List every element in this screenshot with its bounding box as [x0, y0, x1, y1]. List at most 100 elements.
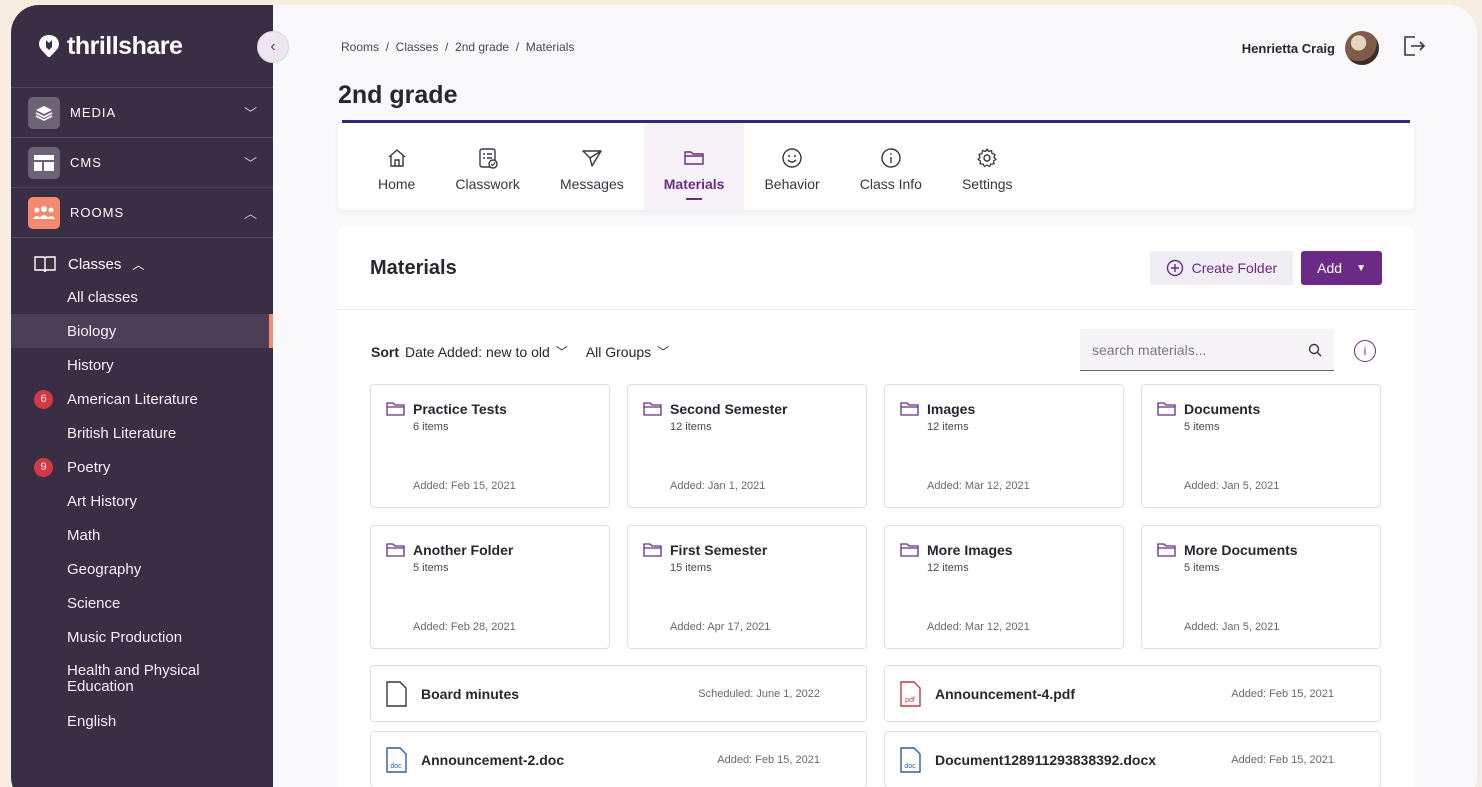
sidebar-item-english[interactable]: English	[11, 704, 273, 738]
file-name: Announcement-4.pdf	[935, 685, 1075, 702]
sidebar-item-label: All classes	[67, 288, 138, 306]
tab-messages[interactable]: Messages	[540, 123, 644, 210]
tab-home[interactable]: Home	[358, 123, 435, 210]
folder-icon	[386, 543, 405, 557]
file-row[interactable]: Board minutes Scheduled: June 1, 2022	[370, 665, 867, 722]
folder-name: More Documents	[1184, 542, 1298, 558]
materials-header: Materials Create Folder Add ▼	[338, 227, 1414, 310]
sidebar-section-label: MEDIA	[70, 105, 117, 120]
folder-date: Added: Jan 1, 2021	[670, 480, 766, 492]
svg-text:doc: doc	[904, 763, 916, 770]
info-button[interactable]: i	[1354, 340, 1376, 362]
home-icon	[388, 149, 406, 167]
folder-name: First Semester	[670, 542, 768, 558]
folder-icon	[643, 543, 662, 557]
file-date: Added: Feb 15, 2021	[1231, 753, 1334, 766]
book-icon	[34, 256, 56, 273]
file-date: Added: Feb 15, 2021	[1231, 687, 1334, 700]
folder-date: Added: Feb 15, 2021	[413, 480, 516, 492]
pdf-file-icon: pdf	[900, 680, 921, 707]
folder-card[interactable]: Second Semester 12 items Added: Jan 1, 2…	[627, 384, 867, 508]
folder-count: 5 items	[1184, 421, 1220, 433]
layers-icon	[28, 96, 60, 129]
doc-file-icon: doc	[900, 746, 921, 773]
tab-label: Class Info	[859, 176, 922, 192]
folder-icon	[900, 402, 919, 416]
search-input[interactable]: search materials...	[1080, 329, 1334, 371]
chevron-up-icon: ︿	[132, 257, 145, 272]
folder-count: 5 items	[413, 562, 449, 574]
people-icon	[28, 196, 60, 229]
sidebar-item-music-production[interactable]: Music Production	[11, 620, 273, 654]
folder-card[interactable]: First Semester 15 items Added: Apr 17, 2…	[627, 525, 867, 649]
sidebar-item-geography[interactable]: Geography	[11, 552, 273, 586]
folder-icon	[1157, 402, 1176, 416]
group-dropdown[interactable]: All Groups ﹀	[586, 343, 669, 360]
folder-card[interactable]: Another Folder 5 items Added: Feb 28, 20…	[370, 525, 610, 649]
caret-down-icon: ▼	[1356, 262, 1366, 274]
folder-card[interactable]: More Images 12 items Added: Mar 12, 2021	[884, 525, 1124, 649]
sidebar-item-science[interactable]: Science	[11, 586, 273, 620]
sort-dropdown[interactable]: Date Added: new to old ﹀	[405, 343, 568, 360]
sidebar-item-label: Geography	[67, 560, 142, 578]
chevron-down-icon: ﹀	[243, 106, 257, 121]
folder-count: 5 items	[1184, 562, 1220, 574]
info-icon: i	[1363, 344, 1367, 358]
blank-file-icon	[386, 680, 407, 707]
sidebar-item-all-classes[interactable]: All classes	[11, 280, 273, 314]
sidebar-item-health-pe[interactable]: Health and Physical Education	[11, 654, 273, 704]
sidebar-item-art-history[interactable]: Art History	[11, 484, 273, 518]
sidebar-item-british-literature[interactable]: British Literature	[11, 416, 273, 450]
tab-label: Materials	[663, 176, 725, 192]
folder-date: Added: Apr 17, 2021	[670, 621, 771, 633]
logout-icon[interactable]	[1401, 33, 1427, 59]
breadcrumb[interactable]: Rooms / Classes / 2nd grade / Materials	[341, 40, 574, 54]
file-date: Scheduled: June 1, 2022	[698, 687, 820, 700]
tab-settings[interactable]: Settings	[942, 123, 1033, 210]
folder-date: Added: Mar 12, 2021	[927, 480, 1030, 492]
collapse-sidebar-button[interactable]: ‹	[257, 31, 289, 63]
file-row[interactable]: pdf Announcement-4.pdf Added: Feb 15, 20…	[884, 665, 1381, 722]
add-button[interactable]: Add ▼	[1301, 251, 1382, 285]
file-date: Added: Feb 15, 2021	[717, 753, 820, 766]
folder-name: More Images	[927, 542, 1013, 558]
tab-class-info[interactable]: Class Info	[840, 123, 942, 210]
sidebar-item-math[interactable]: Math	[11, 518, 273, 552]
materials-panel: Materials Create Folder Add ▼ Sort Date …	[338, 227, 1414, 787]
sidebar-item-label: History	[67, 356, 114, 374]
folder-icon	[684, 151, 704, 165]
brand-logo[interactable]: thrillshare	[11, 5, 273, 87]
smile-icon	[782, 148, 802, 168]
gear-icon	[977, 148, 997, 168]
user-menu[interactable]: Henrietta Craig	[1242, 31, 1379, 65]
folder-card[interactable]: Practice Tests 6 items Added: Feb 15, 20…	[370, 384, 610, 508]
folder-card[interactable]: Images 12 items Added: Mar 12, 2021	[884, 384, 1124, 508]
chevron-up-icon: ︿	[243, 206, 257, 221]
sidebar-item-history[interactable]: History	[11, 348, 273, 382]
sidebar-item-american-literature[interactable]: 6 American Literature	[11, 382, 273, 416]
folder-date: Added: Feb 28, 2021	[413, 621, 516, 633]
sidebar-section-rooms[interactable]: ROOMS ︿	[11, 187, 273, 237]
search-icon	[1308, 343, 1322, 356]
sidebar-item-label: British Literature	[67, 424, 177, 442]
file-row[interactable]: doc Announcement-2.doc Added: Feb 15, 20…	[370, 731, 867, 787]
send-icon	[582, 150, 602, 167]
folder-card[interactable]: Documents 5 items Added: Jan 5, 2021	[1141, 384, 1381, 508]
file-row[interactable]: doc Document128911293838392.docx Added: …	[884, 731, 1381, 787]
notification-badge: 6	[34, 389, 53, 409]
tab-materials[interactable]: Materials	[643, 123, 745, 210]
svg-text:pdf: pdf	[905, 697, 915, 704]
sidebar-section-media[interactable]: MEDIA ﹀	[11, 87, 273, 137]
classes-toggle[interactable]: Classes ︿	[11, 238, 273, 278]
create-folder-button[interactable]: Create Folder	[1149, 251, 1294, 285]
folder-name: Another Folder	[413, 542, 514, 558]
sidebar-item-biology[interactable]: Biology	[11, 314, 273, 348]
sidebar-section-cms[interactable]: CMS ﹀	[11, 137, 273, 187]
sidebar-item-poetry[interactable]: 9 Poetry	[11, 450, 273, 484]
sidebar-item-label: Biology	[67, 322, 117, 340]
chevron-down-icon: ﹀	[657, 345, 670, 359]
sidebar-item-label: Science	[67, 594, 121, 612]
tab-classwork[interactable]: Classwork	[435, 123, 540, 210]
folder-card[interactable]: More Documents 5 items Added: Jan 5, 202…	[1141, 525, 1381, 649]
tab-behavior[interactable]: Behavior	[744, 123, 839, 210]
